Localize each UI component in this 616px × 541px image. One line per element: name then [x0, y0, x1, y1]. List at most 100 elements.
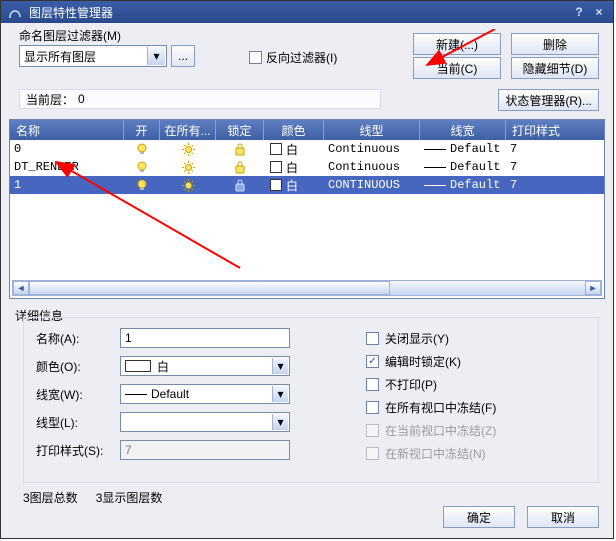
table-row[interactable]: 0 白ContinuousDefault7 — [10, 140, 604, 158]
bulb-icon[interactable] — [124, 140, 160, 158]
color-swatch-icon — [270, 161, 282, 173]
checkbox-icon — [366, 378, 379, 391]
pstyle-input: 7 — [120, 440, 290, 460]
current-layer-prefix: 当前层： — [26, 91, 74, 108]
bulb-icon[interactable] — [124, 158, 160, 176]
col-name[interactable]: 名称 — [10, 120, 124, 140]
check-noprint[interactable]: 不打印(P) — [366, 376, 586, 393]
invert-filter-checkbox[interactable]: 反向过滤器(I) — [249, 49, 337, 66]
close-button[interactable]: × — [591, 4, 607, 20]
col-ltype[interactable]: 线型 — [324, 120, 420, 140]
lineweight-preview-icon — [125, 394, 147, 395]
checkbox-icon — [366, 401, 379, 414]
titlebar: 图层特性管理器 ? × — [1, 1, 613, 23]
color-swatch-icon — [125, 360, 151, 372]
color-swatch-icon — [270, 143, 282, 155]
summary: 3图层总数 3显示图层数 — [9, 489, 605, 506]
cell-color[interactable]: 白 — [264, 158, 324, 176]
details-form-right: 关闭显示(Y) ✓编辑时锁定(K) 不打印(P) 在所有视口中冻结(F) 在当前… — [336, 328, 586, 474]
check-freeze-all-vp[interactable]: 在所有视口中冻结(F) — [366, 399, 586, 416]
horizontal-scrollbar[interactable]: ◄ ► — [12, 280, 602, 296]
lock-icon[interactable] — [216, 140, 264, 158]
lweight-combo[interactable]: Default ▾ — [120, 384, 290, 404]
checkbox-icon — [366, 424, 379, 437]
shown-layers: 3显示图层数 — [96, 489, 163, 506]
name-input[interactable]: 1 — [120, 328, 290, 348]
ltype-combo[interactable]: ▾ — [120, 412, 290, 432]
color-swatch-icon — [270, 179, 282, 191]
grid-body: 0 白ContinuousDefault7 DT_RENDER 白Continuous… — [10, 140, 604, 194]
check-editlock[interactable]: ✓编辑时锁定(K) — [366, 353, 586, 370]
ltype-label: 线型(L): — [36, 414, 110, 431]
layer-manager-dialog: 图层特性管理器 ? × 命名图层过滤器(M) 显示所有图层 ▾ ... 反向过滤… — [0, 0, 614, 539]
color-combo[interactable]: 白 ▾ — [120, 356, 290, 376]
cell-color[interactable]: 白 — [264, 140, 324, 158]
top-zone: 命名图层过滤器(M) 显示所有图层 ▾ ... 反向过滤器(I) 新建(...)… — [9, 27, 605, 113]
check-freeze-new-vp: 在新视口中冻结(N) — [366, 445, 586, 462]
checkbox-icon: ✓ — [366, 355, 379, 368]
table-row[interactable]: DT_RENDER 白ContinuousDefault7 — [10, 158, 604, 176]
current-button[interactable]: 当前(C) — [413, 57, 501, 79]
chevron-down-icon: ▾ — [272, 414, 288, 430]
help-button[interactable]: ? — [571, 4, 587, 20]
scroll-track[interactable] — [29, 281, 585, 295]
dialog-buttons: 确定 取消 — [443, 506, 599, 528]
checkbox-icon — [366, 447, 379, 460]
cell-linetype[interactable]: Continuous — [324, 140, 420, 158]
cell-plotstyle[interactable]: 7 — [506, 176, 604, 194]
col-all[interactable]: 在所有... — [160, 120, 216, 140]
col-color[interactable]: 颜色 — [264, 120, 324, 140]
pstyle-label: 打印样式(S): — [36, 442, 110, 459]
cell-linetype[interactable]: CONTINUOUS — [324, 176, 420, 194]
filter-edit-button[interactable]: ... — [171, 45, 195, 67]
sun-icon[interactable] — [160, 158, 216, 176]
new-button[interactable]: 新建(...) — [413, 33, 501, 55]
sun-icon[interactable] — [160, 176, 216, 194]
checkbox-icon — [366, 332, 379, 345]
app-icon — [7, 4, 23, 20]
lock-icon[interactable] — [216, 158, 264, 176]
grid-header: 名称 开 在所有... 锁定 颜色 线型 线宽 打印样式 — [10, 120, 604, 140]
check-off[interactable]: 关闭显示(Y) — [366, 330, 586, 347]
col-lock[interactable]: 锁定 — [216, 120, 264, 140]
content: 命名图层过滤器(M) 显示所有图层 ▾ ... 反向过滤器(I) 新建(...)… — [1, 23, 613, 538]
col-lweight[interactable]: 线宽 — [420, 120, 506, 140]
lock-icon[interactable] — [216, 176, 264, 194]
bulb-icon[interactable] — [124, 176, 160, 194]
state-manager-button[interactable]: 状态管理器(R)... — [498, 89, 599, 111]
color-label: 颜色(O): — [36, 358, 110, 375]
hide-details-button[interactable]: 隐藏细节(D) — [511, 57, 599, 79]
cell-plotstyle[interactable]: 7 — [506, 140, 604, 158]
name-label: 名称(A): — [36, 330, 110, 347]
cell-name: 0 — [10, 140, 124, 158]
filter-label: 命名图层过滤器(M) — [19, 27, 121, 44]
scroll-thumb[interactable] — [29, 281, 390, 295]
ok-button[interactable]: 确定 — [443, 506, 515, 528]
cancel-button[interactable]: 取消 — [527, 506, 599, 528]
checkbox-icon — [249, 51, 262, 64]
sun-icon[interactable] — [160, 140, 216, 158]
scroll-right-button[interactable]: ► — [585, 281, 601, 295]
filter-combo[interactable]: 显示所有图层 ▾ — [19, 45, 167, 67]
cell-lineweight[interactable]: Default — [420, 158, 506, 176]
details-box: 名称(A): 1 颜色(O): 白 ▾ 线宽(W): — [23, 317, 599, 483]
details-panel: 详细信息 名称(A): 1 颜色(O): 白 ▾ — [9, 307, 605, 483]
details-form-left: 名称(A): 1 颜色(O): 白 ▾ 线宽(W): — [36, 328, 336, 474]
cell-lineweight[interactable]: Default — [420, 140, 506, 158]
col-on[interactable]: 开 — [124, 120, 160, 140]
cell-name: DT_RENDER — [10, 158, 124, 176]
cell-plotstyle[interactable]: 7 — [506, 158, 604, 176]
scroll-left-button[interactable]: ◄ — [13, 281, 29, 295]
dialog-title: 图层特性管理器 — [29, 4, 567, 21]
cell-color[interactable]: 白 — [264, 176, 324, 194]
col-pstyle[interactable]: 打印样式 — [506, 120, 604, 140]
filter-value: 显示所有图层 — [24, 48, 96, 65]
ellipsis-icon: ... — [178, 49, 188, 63]
delete-button[interactable]: 删除 — [511, 33, 599, 55]
current-layer-display: 当前层： 0 — [19, 89, 381, 109]
cell-name: 1 — [10, 176, 124, 194]
cell-lineweight[interactable]: Default — [420, 176, 506, 194]
chevron-down-icon: ▾ — [147, 47, 165, 65]
cell-linetype[interactable]: Continuous — [324, 158, 420, 176]
table-row[interactable]: 1 白CONTINUOUSDefault7 — [10, 176, 604, 194]
